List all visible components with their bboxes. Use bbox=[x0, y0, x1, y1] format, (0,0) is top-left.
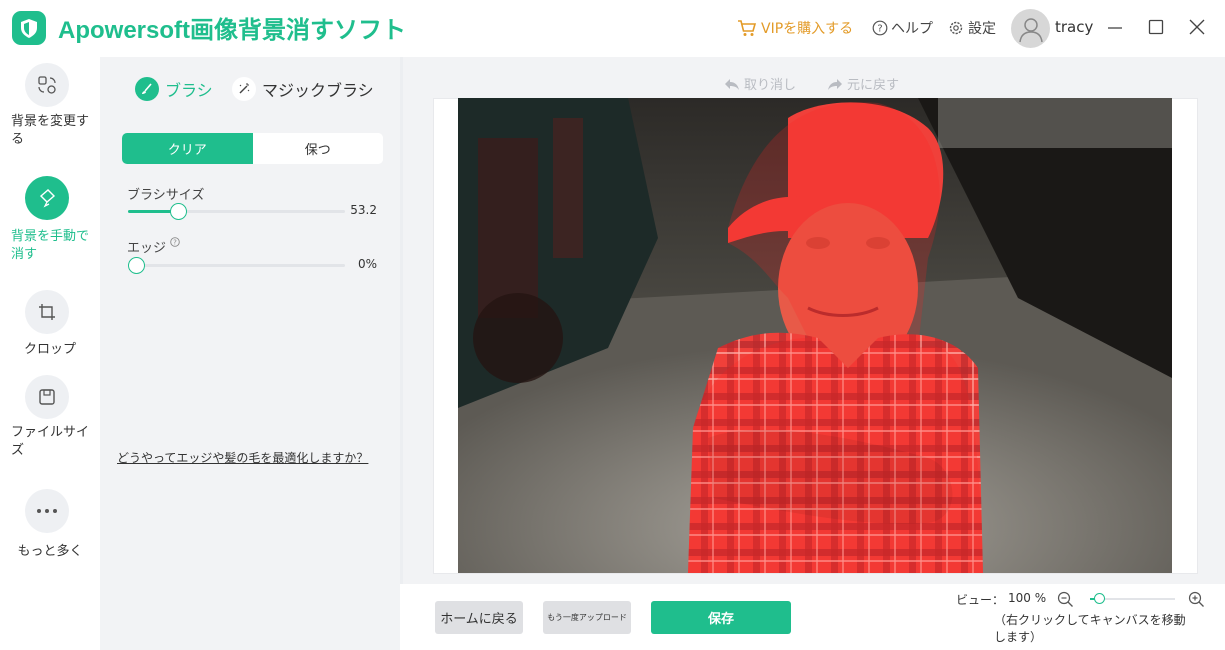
help-button[interactable]: ? ヘルプ bbox=[872, 18, 933, 38]
nav-label-change-background: 背景を変更する bbox=[11, 114, 90, 147]
manual-erase-icon bbox=[25, 176, 69, 220]
crop-icon bbox=[25, 290, 69, 334]
nav-label-more: もっと多く bbox=[17, 544, 83, 559]
undo-label: 取り消し bbox=[744, 78, 797, 93]
brush-size-knob[interactable] bbox=[169, 203, 187, 220]
mode-toggle: クリア 保つ bbox=[122, 133, 383, 164]
edge-info-icon[interactable]: ? bbox=[170, 237, 180, 247]
change-background-icon bbox=[25, 63, 69, 107]
gear-icon bbox=[949, 21, 963, 35]
user-icon bbox=[1018, 17, 1043, 42]
canvas-area: 取り消し 元に戻す bbox=[400, 57, 1225, 584]
redo-label: 元に戻す bbox=[847, 78, 900, 93]
undo-button[interactable]: 取り消し bbox=[724, 74, 796, 93]
nav-label-file-size: ファイルサイズ bbox=[11, 425, 90, 458]
maximize-button[interactable] bbox=[1145, 16, 1167, 38]
undo-icon bbox=[725, 78, 739, 90]
view-label: ビュー： bbox=[956, 593, 1005, 607]
maximize-icon bbox=[1148, 19, 1164, 35]
svg-text:?: ? bbox=[877, 24, 882, 35]
nav-item-manual-erase[interactable]: 背景を手動で消す bbox=[0, 176, 100, 266]
tab-magic-brush-label: マジックブラシ bbox=[262, 81, 374, 100]
minimize-icon bbox=[1108, 27, 1122, 29]
nav-label-manual-erase: 背景を手動で消す bbox=[11, 229, 90, 262]
title-bar: Apowersoft画像背景消すソフト VIPを購入する ? ヘルプ 設定 tr… bbox=[0, 0, 1225, 57]
app-logo-icon bbox=[12, 11, 46, 45]
zoom-out-icon[interactable] bbox=[1057, 591, 1074, 608]
app-title: Apowersoft画像背景消すソフト bbox=[58, 17, 406, 44]
home-button[interactable]: ホームに戻る bbox=[435, 601, 523, 634]
zoom-value: 100 % bbox=[1008, 591, 1047, 605]
settings-label: 設定 bbox=[968, 21, 996, 37]
nav-item-more[interactable]: もっと多く bbox=[0, 489, 100, 569]
nav-item-crop[interactable]: クロップ bbox=[0, 290, 100, 360]
zoom-in-icon[interactable] bbox=[1188, 591, 1205, 608]
close-button[interactable] bbox=[1186, 16, 1208, 38]
canvas-move-hint: （右クリックしてキャンバスを移動します） bbox=[994, 613, 1186, 644]
nav-label-crop: クロップ bbox=[23, 342, 76, 357]
more-icon bbox=[25, 489, 69, 533]
svg-text:?: ? bbox=[173, 239, 177, 247]
edge-track[interactable] bbox=[128, 264, 345, 267]
app-window: Apowersoft画像背景消すソフト VIPを購入する ? ヘルプ 設定 tr… bbox=[0, 0, 1225, 650]
brush-size-label: ブラシサイズ bbox=[127, 188, 205, 203]
redo-button[interactable]: 元に戻す bbox=[827, 74, 899, 93]
brush-size-value: 53.2 bbox=[350, 203, 377, 217]
edge-value: 0% bbox=[357, 257, 377, 271]
redo-icon bbox=[828, 78, 842, 90]
minimize-button[interactable] bbox=[1104, 16, 1126, 38]
vip-purchase-link[interactable]: VIPを購入する bbox=[737, 18, 853, 38]
save-button[interactable]: 保存 bbox=[651, 601, 791, 634]
cart-icon bbox=[738, 20, 757, 36]
close-icon bbox=[1189, 19, 1205, 35]
reupload-button[interactable]: もう一度アップロード bbox=[543, 601, 631, 634]
magic-wand-icon bbox=[232, 77, 256, 101]
zoom-knob[interactable] bbox=[1094, 593, 1106, 604]
bottom-bar: ホームに戻る もう一度アップロード 保存 ビュー： 100 % （右クリックして… bbox=[400, 584, 1225, 650]
tab-brush[interactable]: ブラシ bbox=[135, 77, 213, 101]
nav-item-change-background[interactable]: 背景を変更する bbox=[0, 63, 100, 153]
edited-photo[interactable] bbox=[458, 98, 1172, 573]
edge-hair-help-link[interactable]: どうやってエッジや髪の毛を最適化しますか？ bbox=[117, 449, 368, 466]
clear-mode-button[interactable]: クリア bbox=[122, 133, 253, 164]
photo-image bbox=[458, 98, 1172, 573]
avatar[interactable] bbox=[1011, 9, 1050, 48]
edge-label: エッジ bbox=[127, 241, 167, 256]
username[interactable]: tracy bbox=[1055, 18, 1093, 36]
tab-magic-brush[interactable]: マジックブラシ bbox=[232, 77, 374, 101]
keep-mode-button[interactable]: 保つ bbox=[252, 133, 383, 164]
file-size-icon bbox=[25, 375, 69, 419]
edge-label-group: エッジ ? bbox=[127, 237, 180, 256]
brush-icon bbox=[135, 77, 159, 101]
vip-label: VIPを購入する bbox=[761, 21, 854, 37]
nav-item-file-size[interactable]: ファイルサイズ bbox=[0, 375, 100, 465]
edge-knob[interactable] bbox=[128, 257, 145, 274]
left-nav: 背景を変更する 背景を手動で消す クロップ ファイルサイズ もっと多く bbox=[0, 57, 100, 650]
settings-button[interactable]: 設定 bbox=[948, 18, 996, 38]
tab-brush-label: ブラシ bbox=[165, 81, 213, 100]
question-icon: ? bbox=[872, 20, 888, 36]
help-label: ヘルプ bbox=[891, 21, 933, 37]
